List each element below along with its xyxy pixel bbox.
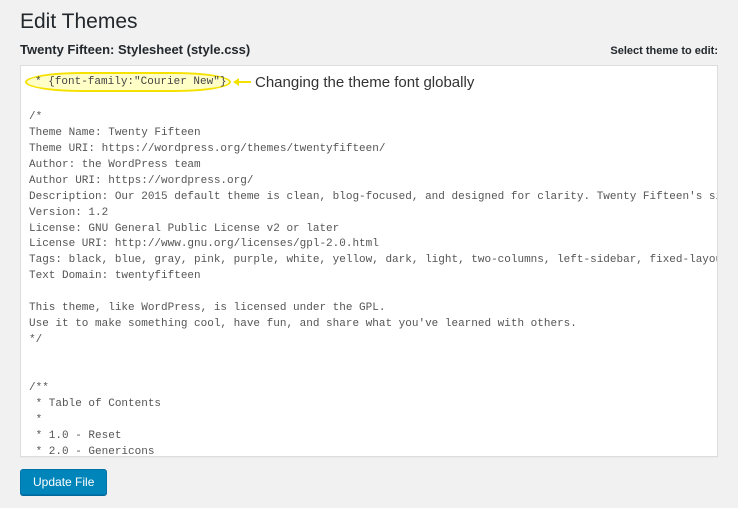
theme-file-heading: Twenty Fifteen: Stylesheet (style.css) (20, 42, 250, 57)
subheader: Twenty Fifteen: Stylesheet (style.css) S… (20, 42, 718, 57)
update-file-button[interactable]: Update File (20, 469, 107, 495)
action-row: Update File (20, 469, 718, 495)
code-editor[interactable] (21, 66, 717, 456)
page-title: Edit Themes (20, 10, 718, 34)
code-editor-container: * {font-family:"Courier New"} Changing t… (20, 65, 718, 457)
select-theme-label: Select theme to edit: (610, 45, 718, 57)
